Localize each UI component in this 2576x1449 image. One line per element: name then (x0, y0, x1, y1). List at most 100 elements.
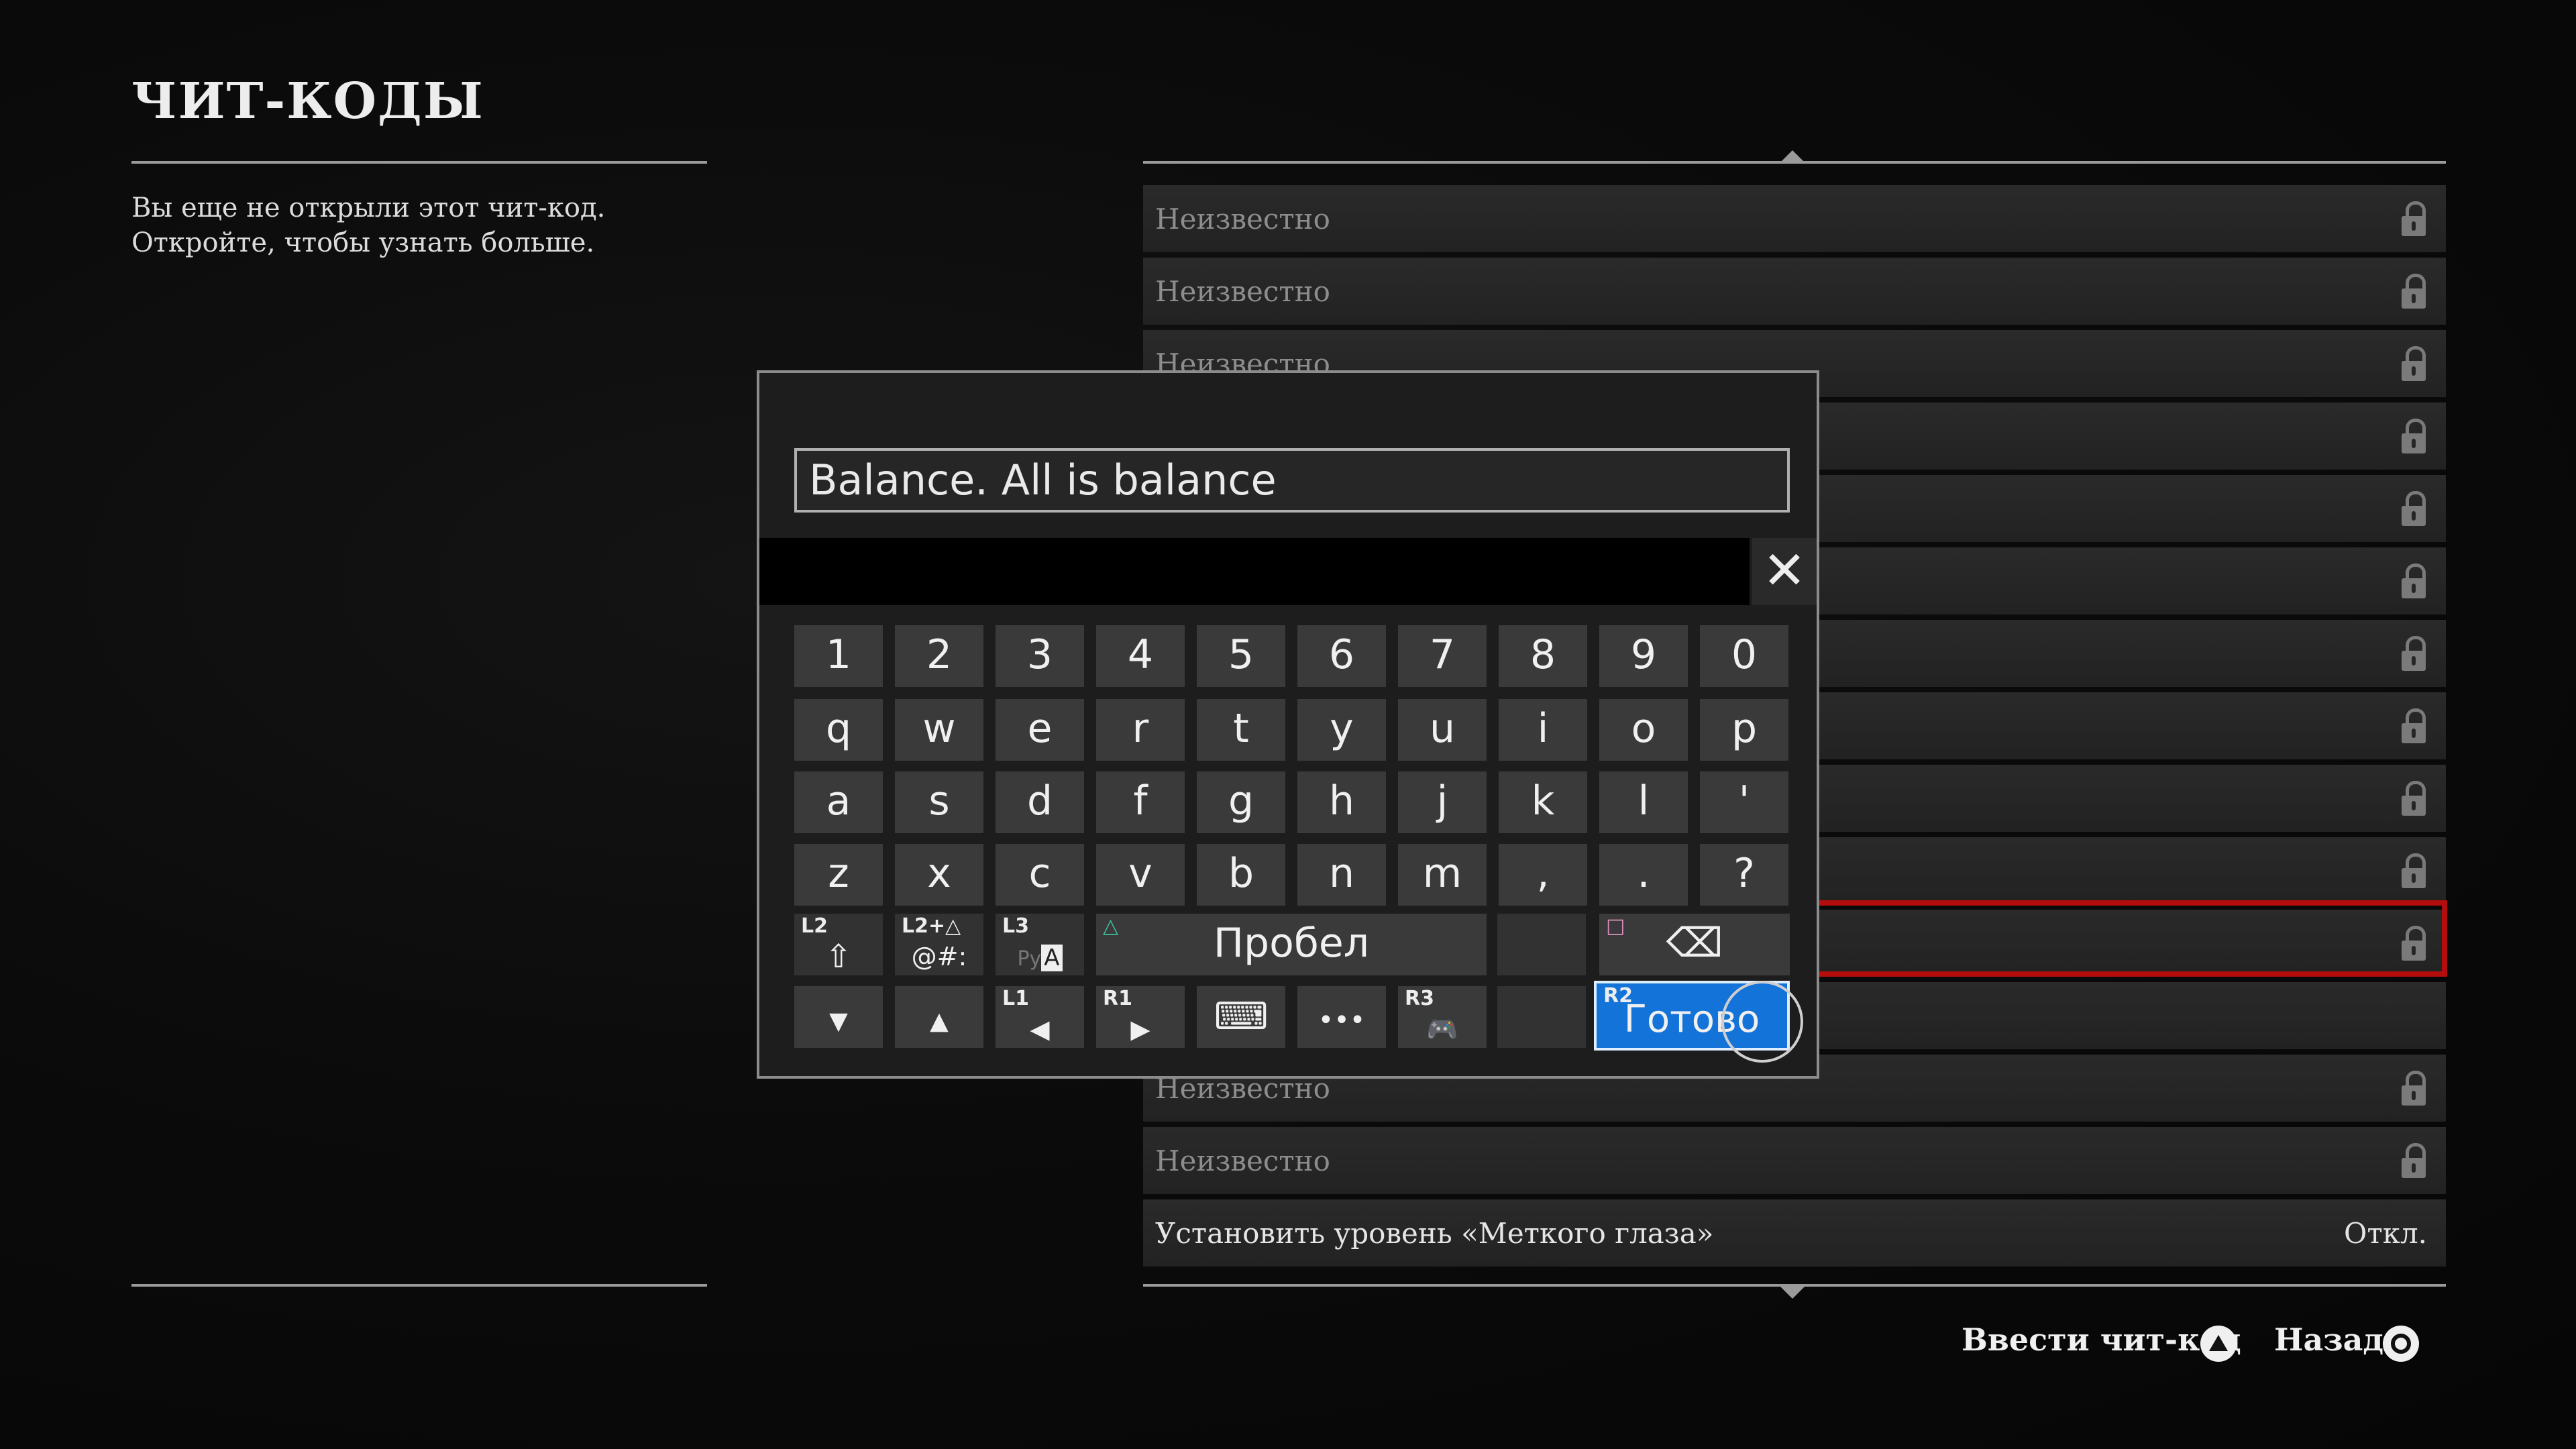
cheat-row[interactable]: Установить уровень «Меткого глаза» Откл. (1143, 1199, 2446, 1267)
char-key[interactable]: r (1096, 699, 1185, 761)
lock-icon (2400, 201, 2427, 236)
char-key[interactable]: c (996, 844, 1084, 906)
char-key[interactable]: q (794, 699, 883, 761)
cheat-code-input[interactable]: Balance. All is balance (794, 448, 1790, 513)
char-key[interactable]: j (1398, 771, 1487, 833)
lock-icon (2400, 1071, 2427, 1106)
cursor-down-key[interactable]: ▼ (794, 986, 883, 1048)
cheat-row-label: Неизвестно (1155, 274, 1330, 308)
cheat-description: Вы еще не открыли этот чит-код. Откройте… (131, 191, 605, 260)
char-key[interactable]: x (895, 844, 983, 906)
char-key[interactable]: o (1599, 699, 1688, 761)
char-key[interactable]: u (1398, 699, 1487, 761)
cheat-row[interactable]: Неизвестно (1143, 185, 2446, 252)
keyboard-settings-key[interactable]: ⌨ (1197, 986, 1285, 1048)
suggestion-bar (759, 538, 1750, 605)
left-bottom-divider (131, 1284, 707, 1287)
char-key[interactable]: 1 (794, 625, 883, 687)
up-arrow-icon: ▲ (930, 1008, 949, 1035)
char-key[interactable]: k (1499, 771, 1587, 833)
cheat-row[interactable]: Неизвестно (1143, 258, 2446, 325)
shift-key[interactable]: L2 ⇧ (794, 914, 883, 975)
char-key[interactable]: p (1700, 699, 1788, 761)
cursor-right-key[interactable]: R1 ▶ (1096, 986, 1185, 1048)
symbols-key-tag: L2+△ (902, 914, 961, 938)
char-key[interactable]: g (1197, 771, 1285, 833)
char-key[interactable]: a (794, 771, 883, 833)
right-arrow-icon: ▶ (1130, 1014, 1150, 1044)
back-label: Назад (2274, 1322, 2384, 1358)
shift-icon: ⇧ (824, 938, 853, 975)
char-key[interactable]: ' (1700, 771, 1788, 833)
keyboard-icon: ⌨ (1214, 995, 1269, 1038)
char-key[interactable]: 9 (1599, 625, 1688, 687)
triangle-button-icon (2200, 1326, 2237, 1362)
blank-key-2 (1497, 986, 1586, 1048)
char-key[interactable]: s (895, 771, 983, 833)
char-key[interactable]: 4 (1096, 625, 1185, 687)
char-key[interactable]: . (1599, 844, 1688, 906)
done-button[interactable]: R2 Готово (1594, 981, 1790, 1051)
circle-button-icon (2383, 1326, 2419, 1362)
blank-key (1497, 914, 1586, 975)
onscreen-keyboard: Balance. All is balance ✕ 1234567890 qwer… (757, 370, 1819, 1079)
char-key[interactable]: 3 (996, 625, 1084, 687)
char-key[interactable]: i (1499, 699, 1587, 761)
char-key[interactable]: z (794, 844, 883, 906)
char-key[interactable]: 5 (1197, 625, 1285, 687)
char-key[interactable]: y (1297, 699, 1386, 761)
lock-icon (2400, 636, 2427, 671)
layout-faded-label: Ру (1017, 947, 1042, 971)
description-line-2: Откройте, чтобы узнать больше. (131, 227, 595, 258)
layout-switch-key[interactable]: L3 Ру A (996, 914, 1084, 975)
more-dots-icon: ••• (1318, 1005, 1366, 1036)
char-key[interactable]: 7 (1398, 625, 1487, 687)
char-key[interactable]: 6 (1297, 625, 1386, 687)
char-key[interactable]: 8 (1499, 625, 1587, 687)
char-key[interactable]: h (1297, 771, 1386, 833)
cheat-row-value: Откл. (2344, 1216, 2427, 1250)
controller-pointer-key[interactable]: R3 🎮 (1398, 986, 1487, 1048)
char-key[interactable]: w (895, 699, 983, 761)
enter-code-label: Ввести чит-код (1962, 1322, 2241, 1358)
description-line-1: Вы еще не открыли этот чит-код. (131, 193, 606, 223)
cheat-row-label: Установить уровень «Меткого глаза» (1155, 1216, 1714, 1250)
char-key[interactable]: , (1499, 844, 1587, 906)
char-key[interactable]: t (1197, 699, 1285, 761)
lock-icon (2400, 419, 2427, 453)
cheat-row[interactable]: Неизвестно (1143, 1127, 2446, 1194)
close-keyboard-button[interactable]: ✕ (1752, 538, 1817, 605)
char-key[interactable]: b (1197, 844, 1285, 906)
char-key[interactable]: f (1096, 771, 1185, 833)
backspace-key[interactable]: □ ⌫ (1599, 914, 1790, 975)
down-arrow-icon: ▼ (829, 1008, 848, 1035)
char-key[interactable]: m (1398, 844, 1487, 906)
char-key[interactable]: l (1599, 771, 1688, 833)
char-key[interactable]: n (1297, 844, 1386, 906)
char-key[interactable]: d (996, 771, 1084, 833)
cursor-up-key[interactable]: ▲ (895, 986, 983, 1048)
cursor-left-key[interactable]: L1 ◀ (996, 986, 1084, 1048)
char-key[interactable]: 2 (895, 625, 983, 687)
char-key[interactable]: ? (1700, 844, 1788, 906)
lock-icon (2400, 564, 2427, 598)
char-key[interactable]: 0 (1700, 625, 1788, 687)
more-options-key[interactable]: ••• (1297, 986, 1386, 1048)
lock-icon (2400, 346, 2427, 381)
lock-icon (2400, 853, 2427, 888)
enter-code-action[interactable]: Ввести чит-код (1962, 1322, 2241, 1358)
controller-icon: 🎮 (1426, 1014, 1458, 1044)
lock-icon (2400, 491, 2427, 526)
left-key-tag: L1 (1002, 987, 1029, 1010)
lock-icon (2400, 274, 2427, 309)
left-top-divider (131, 161, 707, 164)
back-action[interactable]: Назад (2274, 1322, 2383, 1358)
char-key[interactable]: e (996, 699, 1084, 761)
char-key[interactable]: v (1096, 844, 1185, 906)
page-title: ЧИТ-КОДЫ (131, 72, 484, 130)
done-key-tag: R2 (1603, 984, 1633, 1008)
controller-key-tag: R3 (1405, 987, 1434, 1010)
space-key[interactable]: △ Пробел (1096, 914, 1487, 975)
list-bottom-notch (1780, 1287, 1805, 1299)
symbols-key[interactable]: L2+△ @#: (895, 914, 983, 975)
